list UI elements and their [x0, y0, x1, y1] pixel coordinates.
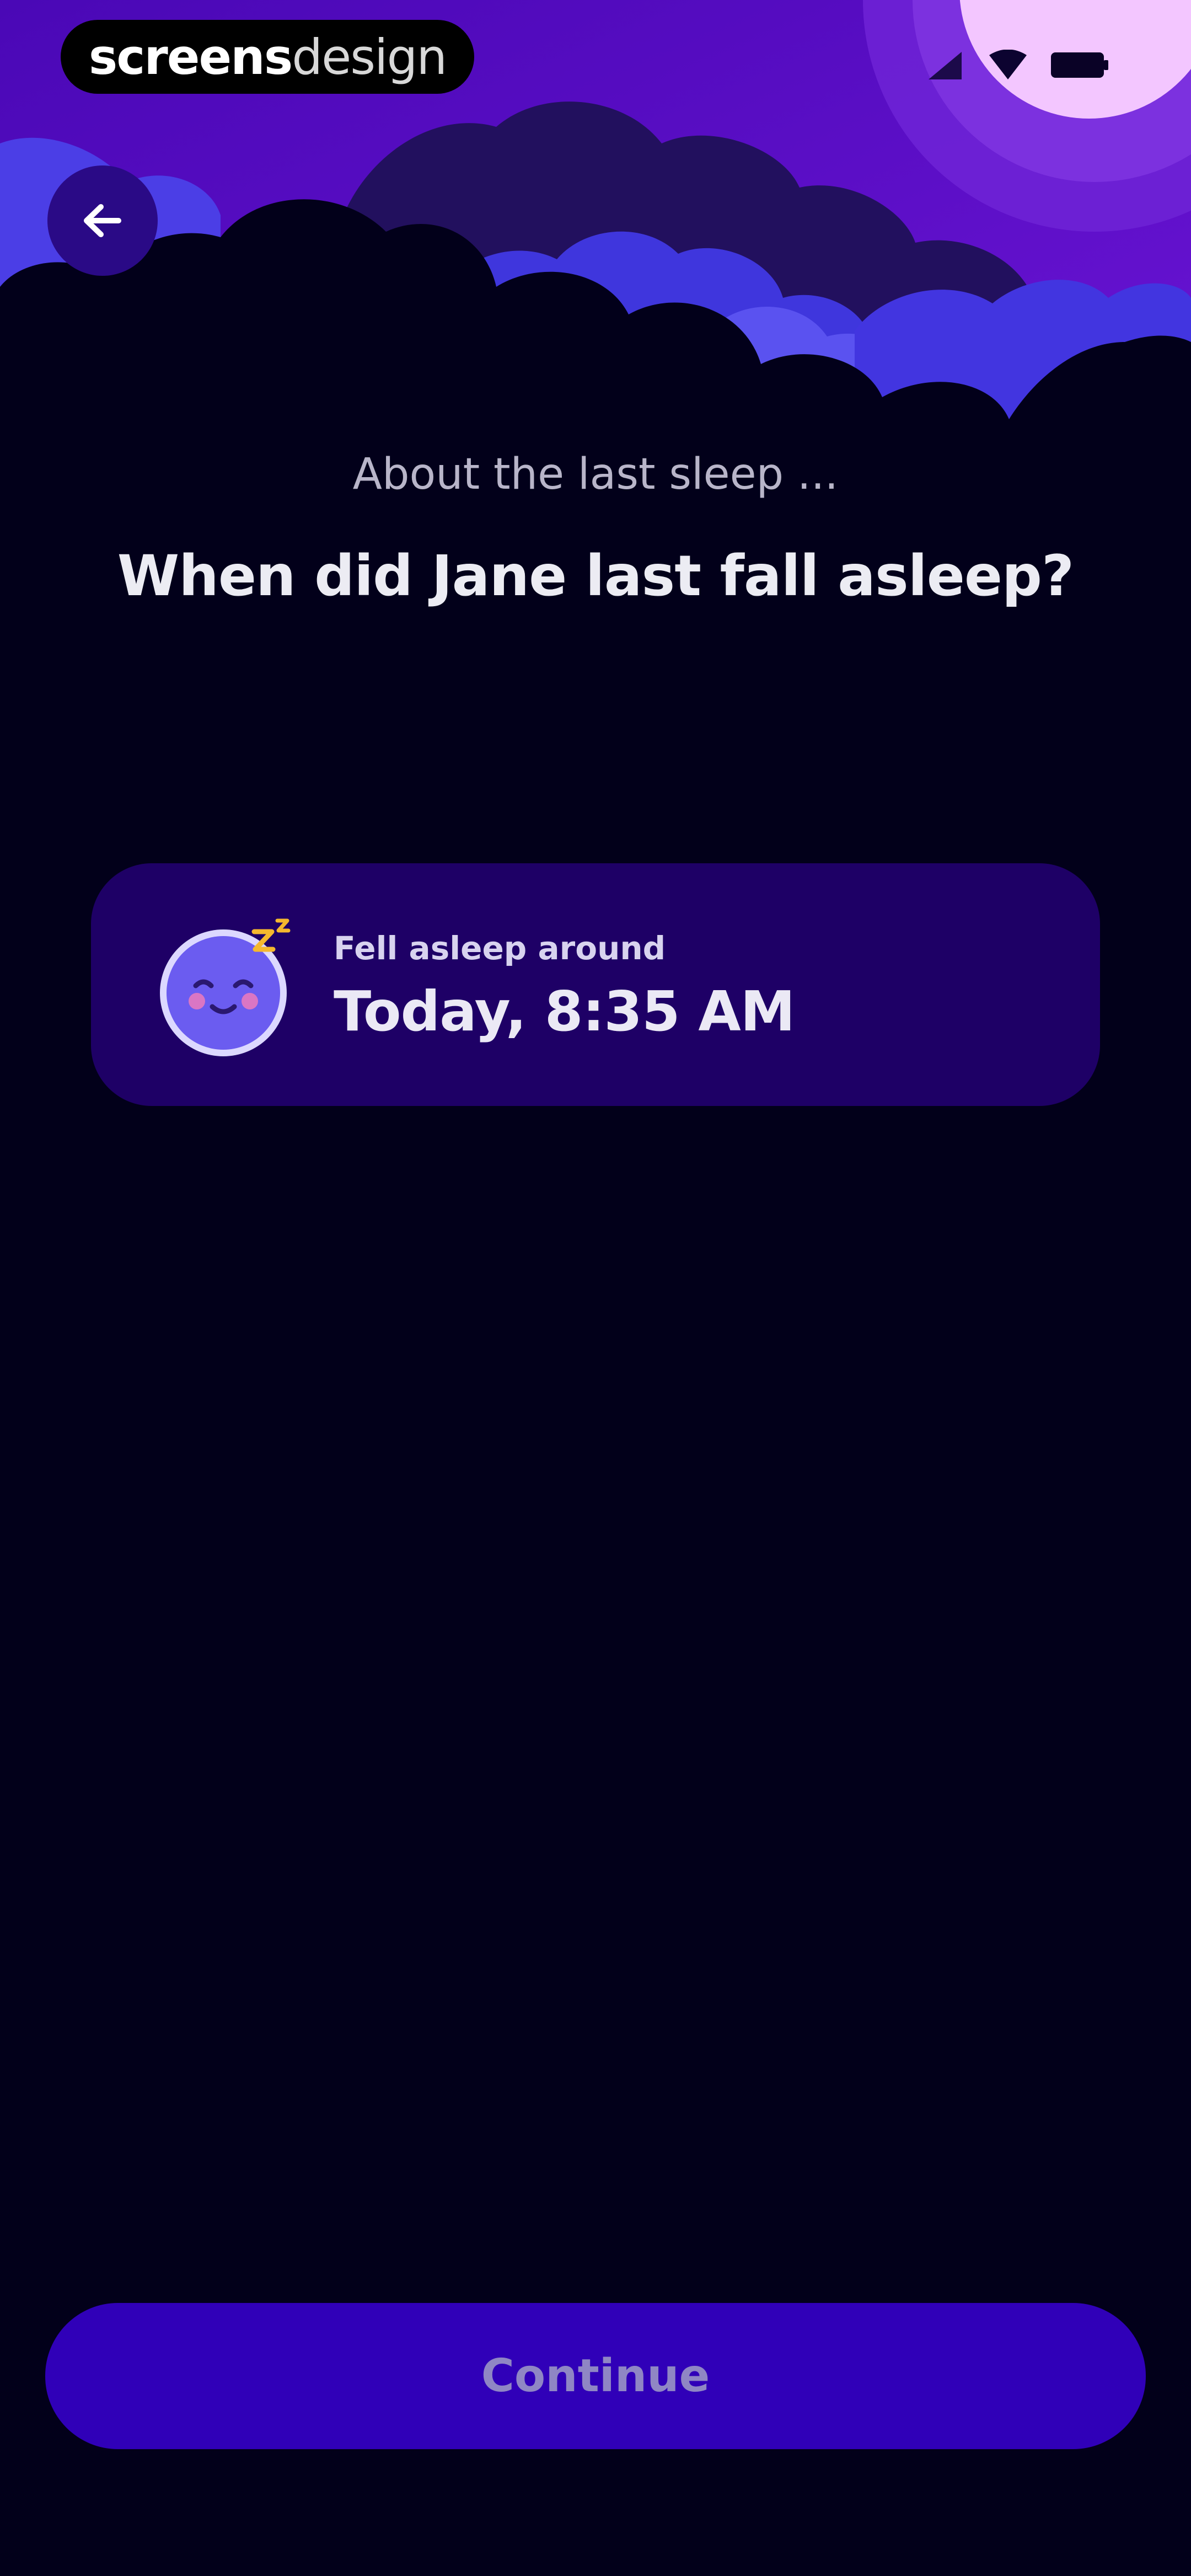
arrow-left-icon: [84, 204, 121, 237]
fell-asleep-time-card[interactable]: Fell asleep around Today, 8:35 AM: [91, 863, 1100, 1106]
brand-light-text: design: [292, 28, 447, 85]
card-label: Fell asleep around: [334, 929, 666, 967]
fell-asleep-time-value: Today, 8:35 AM: [334, 979, 795, 1044]
screen: screens design About the last sleep ... W…: [0, 0, 1191, 2576]
brand-strong-text: screens: [88, 28, 293, 85]
status-icons: [926, 50, 1108, 81]
screensdesign-watermark: screens design: [61, 20, 474, 94]
back-button[interactable]: [47, 165, 158, 276]
question-title: When did Jane last fall asleep?: [117, 543, 1074, 609]
question-subtitle: About the last sleep ...: [352, 450, 839, 499]
moon-face-icon: [160, 918, 291, 1056]
signal-icon: [929, 52, 962, 79]
continue-button[interactable]: Continue: [45, 2303, 1146, 2449]
wifi-icon: [989, 50, 1027, 79]
battery-icon: [1051, 52, 1108, 78]
